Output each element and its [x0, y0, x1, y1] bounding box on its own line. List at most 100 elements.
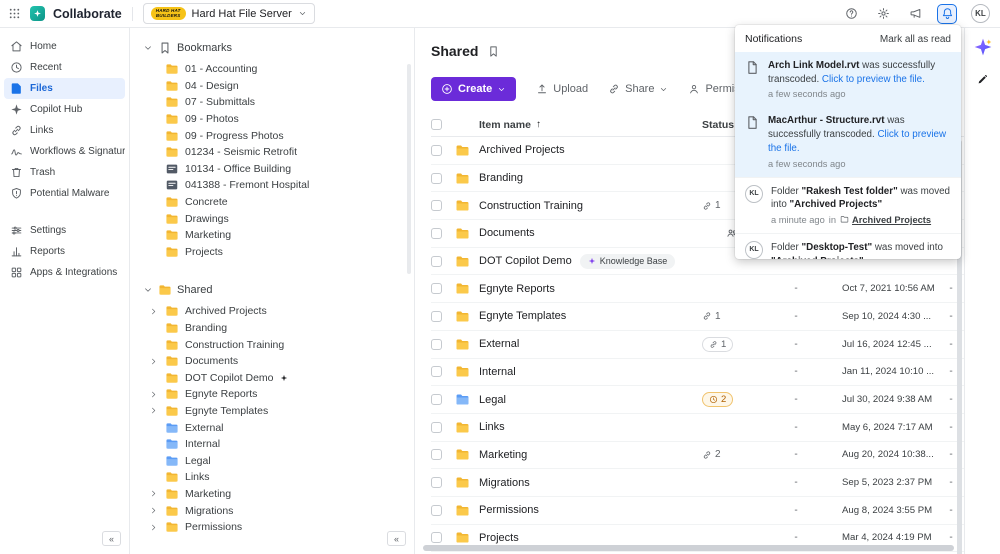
row-checkbox[interactable] — [431, 255, 442, 267]
tree-scrollbar[interactable] — [407, 64, 411, 274]
row-checkbox[interactable] — [431, 227, 442, 239]
sidebar-item-recent[interactable]: Recent — [4, 57, 125, 78]
upload-button[interactable]: Upload — [536, 83, 588, 95]
copilot-icon[interactable] — [973, 37, 993, 57]
file-row-marketing[interactable]: Marketing 2- Aug 20, 2024 10:38... - — [431, 442, 964, 470]
item-name[interactable]: Egnyte Templates — [479, 310, 566, 322]
chevron-right-icon[interactable] — [148, 389, 159, 400]
tree-item-09-progress-photos[interactable]: 09 - Progress Photos — [130, 127, 414, 144]
row-checkbox[interactable] — [431, 366, 442, 378]
create-button[interactable]: Create — [431, 77, 517, 101]
row-checkbox[interactable] — [431, 421, 442, 433]
horizontal-scrollbar[interactable] — [423, 545, 954, 551]
share-button[interactable]: Share — [608, 83, 668, 95]
chevron-right-icon[interactable] — [148, 405, 159, 416]
item-name[interactable]: Archived Projects — [479, 144, 565, 156]
row-checkbox[interactable] — [431, 144, 442, 156]
tree-item-marketing[interactable]: Marketing — [130, 227, 414, 244]
column-header-item-name[interactable]: Item name ↑ — [479, 119, 690, 131]
sidebar-item-apps-integrations[interactable]: Apps & Integrations — [4, 262, 125, 283]
notification-item[interactable]: KL Folder "Desktop-Test" was moved into "… — [735, 232, 961, 259]
annotate-pen-icon[interactable] — [977, 74, 988, 85]
item-name[interactable]: Branding — [479, 172, 523, 184]
sidebar-item-workflows-signatures[interactable]: Workflows & Signatures — [4, 141, 125, 162]
item-name[interactable]: Permissions — [479, 504, 539, 516]
tree-item-marketing[interactable]: Marketing — [130, 486, 414, 503]
tree-item-07-submittals[interactable]: 07 - Submittals — [130, 94, 414, 111]
row-checkbox[interactable] — [431, 394, 442, 406]
row-checkbox[interactable] — [431, 504, 442, 516]
tree-item-egnyte-templates[interactable]: Egnyte Templates — [130, 403, 414, 420]
sidebar-item-potential-malware[interactable]: Potential Malware — [4, 183, 125, 204]
item-name[interactable]: External — [479, 338, 519, 350]
tree-item-construction-training[interactable]: Construction Training — [130, 336, 414, 353]
tree-item-drawings[interactable]: Drawings — [130, 210, 414, 227]
row-checkbox[interactable] — [431, 310, 442, 322]
file-row-internal[interactable]: Internal - Jan 11, 2024 10:10 ... - — [431, 359, 964, 387]
item-name[interactable]: Legal — [479, 394, 506, 406]
file-row-links[interactable]: Links - May 6, 2024 7:17 AM - — [431, 414, 964, 442]
tree-section-bookmarks[interactable]: Bookmarks — [130, 38, 414, 58]
chevron-right-icon[interactable] — [148, 522, 159, 533]
item-name[interactable]: Construction Training — [479, 200, 583, 212]
item-name[interactable]: Migrations — [479, 477, 530, 489]
tree-section-shared[interactable]: Shared — [130, 280, 414, 300]
gear-icon[interactable] — [873, 4, 893, 24]
tree-item-archived-projects[interactable]: Archived Projects — [130, 303, 414, 320]
item-name[interactable]: Links — [479, 421, 505, 433]
chevron-down-icon[interactable] — [142, 285, 153, 296]
app-launcher-icon[interactable] — [8, 7, 22, 21]
help-icon[interactable] — [841, 4, 861, 24]
row-checkbox[interactable] — [431, 338, 442, 350]
row-checkbox[interactable] — [431, 172, 442, 184]
file-row-egnyte-reports[interactable]: Egnyte Reports - Oct 7, 2021 10:56 AM - — [431, 275, 964, 304]
chevron-right-icon[interactable] — [148, 306, 159, 317]
file-row-external[interactable]: External 1- Jul 16, 2024 12:45 ... - — [431, 331, 964, 359]
preview-file-link[interactable]: Click to preview the file. — [822, 74, 925, 85]
chevron-right-icon[interactable] — [148, 505, 159, 516]
item-name[interactable]: Internal — [479, 366, 516, 378]
chevron-right-icon[interactable] — [148, 356, 159, 367]
tree-collapse-button[interactable]: « — [387, 531, 406, 546]
tree-item-migrations[interactable]: Migrations — [130, 502, 414, 519]
tree-item-internal[interactable]: Internal — [130, 436, 414, 453]
notifications-bell-icon[interactable] — [937, 3, 957, 24]
item-name[interactable]: Marketing — [479, 449, 527, 461]
workspace-selector[interactable]: HARD HAT BUILDERS Hard Hat File Server — [142, 3, 315, 24]
tree-item-documents[interactable]: Documents — [130, 353, 414, 370]
select-all-checkbox[interactable] — [431, 119, 442, 130]
sidebar-item-trash[interactable]: Trash — [4, 162, 125, 183]
file-row-legal[interactable]: Legal 2- Jul 30, 2024 9:38 AM - — [431, 386, 964, 414]
sidebar-item-settings[interactable]: Settings — [4, 220, 125, 241]
user-avatar[interactable]: KL — [971, 4, 990, 23]
tree-item-dot-copilot-demo[interactable]: DOT Copilot Demo — [130, 370, 414, 387]
file-row-permissions[interactable]: Permissions - Aug 8, 2024 3:55 PM - — [431, 497, 964, 525]
mark-all-read-button[interactable]: Mark all as read — [880, 34, 951, 45]
tree-item-legal[interactable]: Legal — [130, 452, 414, 469]
tree-item-01234-seismic-retrofit[interactable]: 01234 - Seismic Retrofit — [130, 144, 414, 161]
sidebar-item-copilot-hub[interactable]: Copilot Hub — [4, 99, 125, 120]
tree-item-projects[interactable]: Projects — [130, 244, 414, 261]
row-checkbox[interactable] — [431, 200, 442, 212]
item-name[interactable]: Projects — [479, 532, 519, 544]
file-row-egnyte-templates[interactable]: Egnyte Templates 1- Sep 10, 2024 4:30 ... - — [431, 303, 964, 331]
tree-item-041388-fremont-hospital[interactable]: 041388 - Fremont Hospital — [130, 177, 414, 194]
tree-item-egnyte-reports[interactable]: Egnyte Reports — [130, 386, 414, 403]
sidebar-item-links[interactable]: Links — [4, 120, 125, 141]
location-link[interactable]: Archived Projects — [840, 215, 931, 225]
notification-item[interactable]: MacArthur - Structure.rvt was successful… — [735, 107, 961, 177]
tree-item-04-design[interactable]: 04 - Design — [130, 78, 414, 95]
tree-item-permissions[interactable]: Permissions — [130, 519, 414, 536]
row-checkbox[interactable] — [431, 283, 442, 295]
bookmark-icon[interactable] — [487, 45, 500, 58]
chevron-down-icon[interactable] — [142, 43, 153, 54]
file-row-migrations[interactable]: Migrations - Sep 5, 2023 2:37 PM - — [431, 469, 964, 497]
tree-item-10134-office-building[interactable]: 10134 - Office Building — [130, 161, 414, 178]
tree-item-09-photos[interactable]: 09 - Photos — [130, 111, 414, 128]
sidebar-collapse-button[interactable]: « — [102, 531, 121, 546]
notification-item[interactable]: Arch Link Model.rvt was successfully tra… — [735, 52, 961, 108]
sidebar-item-home[interactable]: Home — [4, 36, 125, 57]
tree-item-external[interactable]: External — [130, 419, 414, 436]
item-name[interactable]: DOT Copilot Demo — [479, 255, 572, 267]
tree-item-concrete[interactable]: Concrete — [130, 194, 414, 211]
